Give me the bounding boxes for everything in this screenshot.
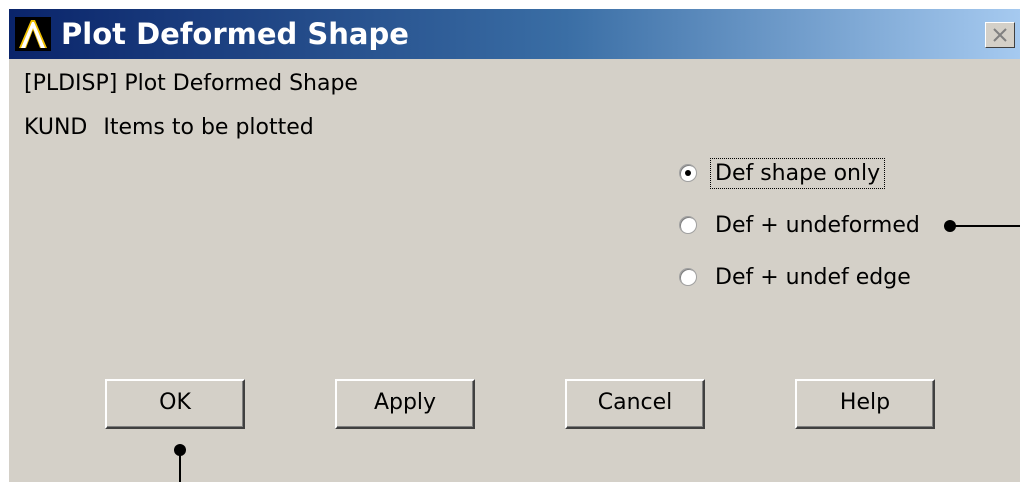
help-button[interactable]: Help [795,379,935,429]
radio-button-icon[interactable] [679,268,697,286]
title-bar[interactable]: Plot Deformed Shape [9,9,1020,59]
radio-label[interactable]: Def shape only [709,157,886,189]
command-label: [PLDISP] Plot Deformed Shape [24,71,358,96]
kund-label: Items to be plotted [103,115,314,140]
radio-def-shape-only[interactable]: Def shape only [679,156,886,190]
radio-def-undef-edge[interactable]: Def + undef edge [679,260,915,294]
callout-line-options [944,220,1020,232]
radio-selected-dot [685,170,691,176]
apply-button[interactable]: Apply [335,379,475,429]
radio-button-icon[interactable] [679,216,697,234]
radio-def-undeformed[interactable]: Def + undeformed [679,208,924,242]
cancel-button[interactable]: Cancel [565,379,705,429]
callout-line-ok [174,444,186,482]
close-button[interactable] [985,22,1015,48]
radio-button-icon[interactable] [679,164,697,182]
kund-row: KUND Items to be plotted [24,115,314,140]
radio-label[interactable]: Def + undef edge [711,263,915,292]
kund-key: KUND [24,115,88,140]
radio-label[interactable]: Def + undeformed [711,211,924,240]
dialog-window: Plot Deformed Shape [PLDISP] Plot Deform… [8,8,1020,482]
ansys-logo-icon [15,17,51,51]
window-title: Plot Deformed Shape [61,17,409,51]
close-icon [993,28,1007,42]
ok-button[interactable]: OK [105,379,245,429]
